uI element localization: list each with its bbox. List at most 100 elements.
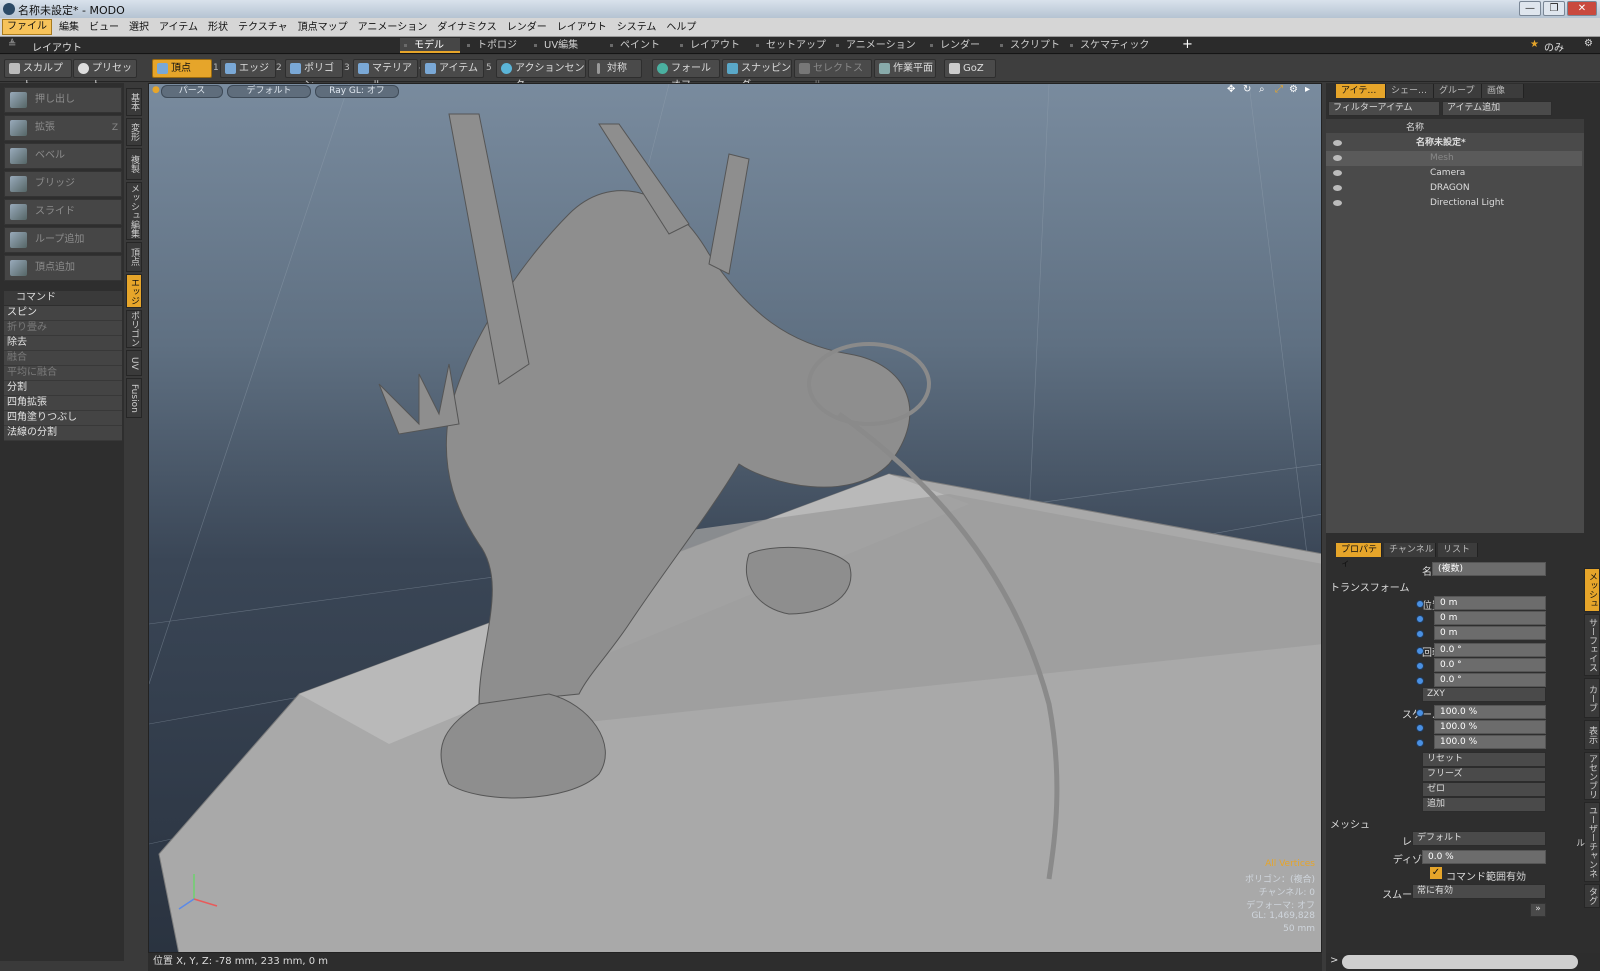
- menu-render[interactable]: レンダー: [502, 18, 552, 37]
- name-column-header[interactable]: 名称: [1406, 120, 1424, 133]
- viewport-gear-icon[interactable]: ⚙: [1289, 84, 1298, 95]
- maximize-view-icon[interactable]: ⤢: [1275, 84, 1283, 95]
- shading-default-button[interactable]: デフォルト: [227, 85, 311, 98]
- item-mode-button[interactable]: アイテム: [420, 59, 484, 78]
- command-item[interactable]: 分割: [4, 381, 122, 396]
- checkbox-checked-icon[interactable]: ✓: [1430, 867, 1442, 879]
- viewport-menu-icon[interactable]: ●: [152, 85, 160, 95]
- reset-dropdown[interactable]: リセット: [1422, 752, 1546, 767]
- vtab-vertex[interactable]: 頂点: [126, 242, 142, 272]
- tab-images[interactable]: 画像: [1482, 84, 1524, 98]
- falloff-button[interactable]: フォールオフ: [652, 59, 720, 91]
- rotation-x-field[interactable]: 0.0 °: [1434, 643, 1546, 657]
- zoom-view-icon[interactable]: ⌕: [1259, 84, 1265, 95]
- menu-dynamics[interactable]: ダイナミクス: [432, 18, 502, 37]
- tab-setup[interactable]: セットアップ: [752, 38, 832, 53]
- position-z-field[interactable]: 0 m: [1434, 626, 1546, 640]
- rotation-order-dropdown[interactable]: ZXY: [1422, 687, 1546, 702]
- tab-schematic-fusion[interactable]: スケマティックFusion: [1066, 38, 1178, 66]
- render-dropdown[interactable]: デフォルト: [1412, 831, 1546, 846]
- tree-row-camera[interactable]: Camera: [1326, 166, 1582, 181]
- tab-render[interactable]: レンダー: [926, 38, 992, 53]
- tab-model[interactable]: モデル: [400, 38, 460, 53]
- menu-view[interactable]: ビュー: [84, 18, 124, 37]
- scale-x-field[interactable]: 100.0 %: [1434, 705, 1546, 719]
- scale-y-field[interactable]: 100.0 %: [1434, 720, 1546, 734]
- layout-label[interactable]: レイアウト: [32, 39, 82, 54]
- vtab-mesh-edit[interactable]: メッシュ編集: [126, 182, 142, 240]
- gear-icon[interactable]: ⚙: [1584, 38, 1593, 49]
- menu-item[interactable]: アイテム: [154, 18, 203, 37]
- move-view-icon[interactable]: ✥: [1227, 84, 1235, 95]
- position-x-field[interactable]: 0 m: [1434, 596, 1546, 610]
- command-input[interactable]: [1342, 955, 1578, 969]
- extrude-tool[interactable]: 押し出し: [4, 87, 122, 113]
- freeze-dropdown[interactable]: フリーズ: [1422, 767, 1546, 782]
- material-mode-button[interactable]: マテリアル: [353, 59, 418, 91]
- preset-button[interactable]: プリセット: [73, 59, 137, 91]
- keyframe-dot-icon[interactable]: [1416, 647, 1424, 655]
- tab-shader[interactable]: シェー…: [1386, 84, 1434, 98]
- transform-section[interactable]: トランスフォーム: [1330, 579, 1410, 594]
- slide-tool[interactable]: スライド: [4, 199, 122, 225]
- tab-topology[interactable]: トポロジ: [463, 38, 525, 53]
- add-loop-tool[interactable]: ループ追加: [4, 227, 122, 253]
- visibility-eye-icon[interactable]: [1333, 170, 1342, 176]
- snapping-button[interactable]: スナッピング: [722, 59, 792, 91]
- add-vertex-tool[interactable]: 頂点追加: [4, 255, 122, 281]
- add-item-dropdown[interactable]: アイテム追加: [1442, 101, 1552, 116]
- rotate-view-icon[interactable]: ↻: [1243, 84, 1251, 95]
- expand-icon[interactable]: »: [1530, 903, 1546, 917]
- vtab-fusion[interactable]: Fusion: [126, 378, 142, 418]
- add-dropdown[interactable]: 追加: [1422, 797, 1546, 812]
- 3d-viewport[interactable]: ● パース デフォルト Ray GL: オフ ✥ ↻ ⌕ ⤢ ⚙ ▸ All V…: [148, 83, 1322, 953]
- keyframe-dot-icon[interactable]: [1416, 615, 1424, 623]
- bevel-tool[interactable]: ベベル: [4, 143, 122, 169]
- tab-list[interactable]: リスト: [1438, 543, 1478, 557]
- keyframe-dot-icon[interactable]: [1416, 724, 1424, 732]
- smoothing-dropdown[interactable]: 常に有効: [1412, 884, 1546, 899]
- visibility-eye-icon[interactable]: [1333, 200, 1342, 206]
- command-item[interactable]: 平均に融合: [4, 366, 122, 381]
- tab-paint[interactable]: ペイント: [606, 38, 666, 53]
- perspective-button[interactable]: パース: [161, 85, 223, 98]
- vtab-edge[interactable]: エッジ: [126, 274, 142, 308]
- rvtab-user-channels[interactable]: ユーザーチャンネル: [1574, 802, 1600, 882]
- keyframe-dot-icon[interactable]: [1416, 662, 1424, 670]
- rvtab-curve[interactable]: カーブ: [1584, 678, 1600, 718]
- viewport-arrow-icon[interactable]: ▸: [1305, 84, 1310, 95]
- rvtab-surface[interactable]: サーフェイス: [1584, 614, 1600, 676]
- rvtab-display[interactable]: 表示: [1584, 720, 1600, 750]
- position-y-field[interactable]: 0 m: [1434, 611, 1546, 625]
- vertex-mode-button[interactable]: 頂点: [152, 59, 212, 78]
- goz-button[interactable]: GoZ: [944, 59, 996, 78]
- command-item[interactable]: 除去: [4, 336, 122, 351]
- command-item[interactable]: 融合: [4, 351, 122, 366]
- only-toggle[interactable]: のみ: [1544, 39, 1564, 54]
- rvtab-mesh[interactable]: メッシュ: [1584, 568, 1600, 612]
- extend-tool[interactable]: 拡張 Z: [4, 115, 122, 141]
- vtab-uv[interactable]: UV: [126, 350, 142, 376]
- select-through-button[interactable]: セレクトスルー: [794, 59, 872, 91]
- tab-groups[interactable]: グループ: [1434, 84, 1482, 98]
- rotation-z-field[interactable]: 0.0 °: [1434, 673, 1546, 687]
- menu-animation[interactable]: アニメーション: [353, 18, 433, 37]
- command-item[interactable]: 法線の分割: [4, 426, 122, 441]
- menu-file[interactable]: ファイル: [2, 19, 52, 35]
- maximize-button[interactable]: ❐: [1543, 1, 1565, 16]
- keyframe-dot-icon[interactable]: [1416, 739, 1424, 747]
- menu-edit[interactable]: 編集: [54, 18, 84, 37]
- action-center-button[interactable]: アクションセンター: [496, 59, 586, 91]
- bridge-tool[interactable]: ブリッジ: [4, 171, 122, 197]
- vtab-polygon[interactable]: ポリゴン: [126, 310, 142, 348]
- scale-z-field[interactable]: 100.0 %: [1434, 735, 1546, 749]
- tab-channels[interactable]: チャンネル: [1384, 543, 1436, 557]
- tab-animation[interactable]: アニメーション: [832, 38, 920, 53]
- keyframe-dot-icon[interactable]: [1416, 630, 1424, 638]
- rotation-y-field[interactable]: 0.0 °: [1434, 658, 1546, 672]
- menu-layout[interactable]: レイアウト: [552, 18, 612, 37]
- symmetry-button[interactable]: 対称: [588, 59, 642, 78]
- command-item[interactable]: 四角拡張: [4, 396, 122, 411]
- star-icon[interactable]: ★: [1530, 39, 1539, 50]
- rvtab-tags[interactable]: タグ: [1584, 884, 1600, 908]
